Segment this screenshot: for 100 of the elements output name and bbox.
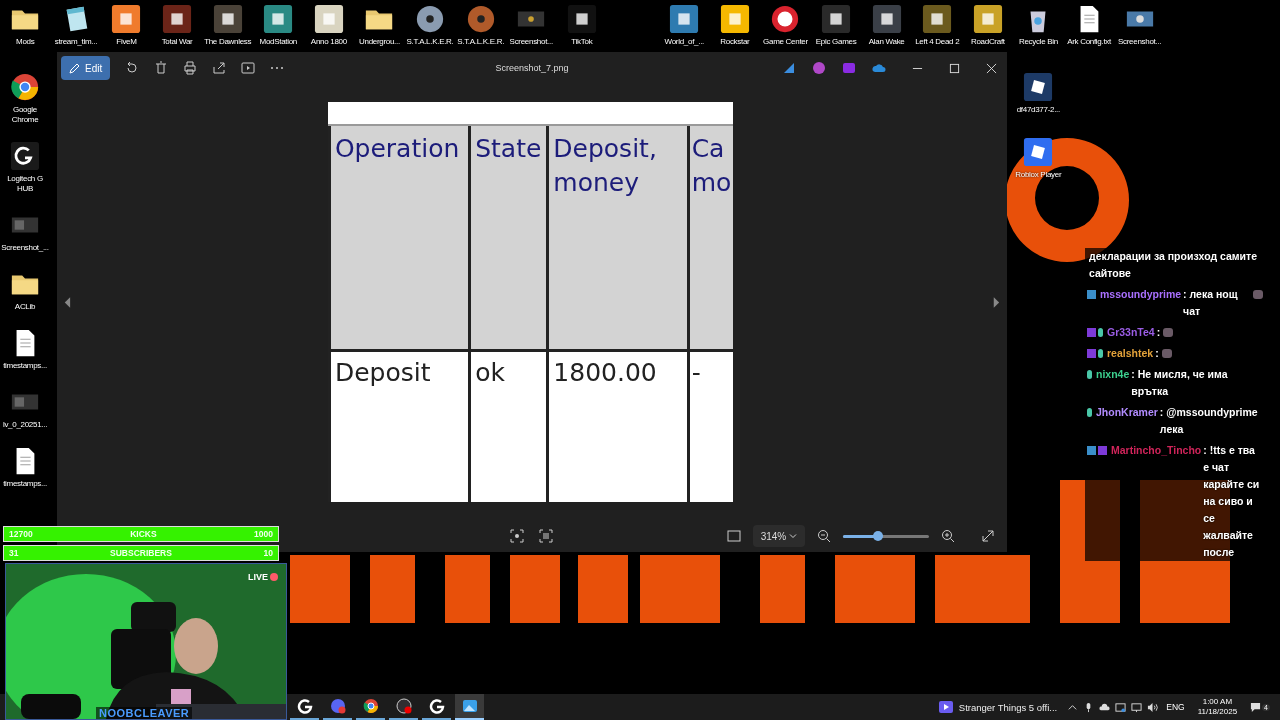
tile-icon[interactable] [111, 4, 142, 34]
icon-label: World_of_... [663, 37, 705, 47]
icon-label: S.T.A.L.K.E.R. [456, 37, 506, 47]
icon-label: Google Chrome [10, 105, 40, 125]
app-icon[interactable] [1115, 701, 1127, 713]
icon-label: FiveM [115, 37, 138, 47]
previous-icon[interactable] [63, 296, 72, 309]
slideshow-icon[interactable] [241, 61, 256, 75]
icon-label: Total War [160, 37, 194, 47]
zoom-out-icon[interactable] [817, 529, 831, 543]
tile-icon[interactable] [922, 4, 953, 34]
message-text: : Не мисля, че има врътка [1131, 367, 1229, 399]
text-scan-icon[interactable] [539, 529, 553, 543]
next-icon[interactable] [992, 296, 1001, 309]
hammer-badge-icon [1087, 446, 1096, 455]
column-header: Operation [330, 126, 472, 352]
icon-label: Game Center [762, 37, 809, 47]
message-text: : [1155, 346, 1159, 361]
gem-badge-icon [1087, 370, 1092, 379]
zoom-slider[interactable] [843, 534, 929, 538]
maximize-icon[interactable] [949, 62, 960, 74]
block-shape [370, 555, 415, 623]
streamer-name: NOOBCLEAVER [96, 707, 193, 719]
username[interactable]: realshtek [1107, 345, 1154, 362]
app-icon[interactable] [782, 61, 796, 75]
caret-icon [789, 531, 797, 540]
play-icon [938, 701, 953, 713]
column-header: State [471, 126, 550, 352]
zoom-in-icon[interactable] [941, 529, 955, 543]
icon-label: S.T.A.L.K.E.R. [405, 37, 455, 47]
username[interactable]: nixn4e [1096, 366, 1130, 383]
username[interactable]: JhonKramer [1096, 404, 1158, 421]
clock-date[interactable]: 11/18/2025 [1197, 707, 1238, 717]
fullscreen-icon[interactable] [981, 529, 995, 543]
icon-label: RoadCraft [969, 37, 1006, 47]
icon-label: Logitech G HUB [6, 174, 44, 194]
icon-label: Epic Games [814, 37, 858, 47]
scan-icon[interactable] [510, 529, 524, 543]
tile-icon[interactable] [669, 4, 700, 34]
message-text: : [1156, 325, 1161, 340]
icon-label: ACLib [13, 302, 37, 312]
tile-icon[interactable] [821, 4, 852, 34]
icon-label: The Dawnless [203, 37, 253, 47]
icon-label: lv_0_20251... [1, 420, 49, 430]
network-icon[interactable] [1131, 701, 1143, 713]
speaker-icon[interactable] [1147, 701, 1159, 713]
cube-badge-icon [1087, 349, 1096, 358]
username[interactable]: Gr33nTe4 [1107, 324, 1155, 341]
notification-icon[interactable] [1250, 701, 1262, 713]
app-icon[interactable] [812, 61, 826, 75]
hammer-badge-icon [1087, 290, 1096, 299]
tile-icon[interactable] [1023, 72, 1054, 102]
icon-label: timestamps... [2, 361, 48, 371]
tile-icon[interactable] [162, 4, 193, 34]
pencil-icon [69, 62, 81, 74]
username[interactable]: Martincho_Tincho [1111, 442, 1202, 459]
print-icon[interactable] [183, 61, 198, 75]
icon-label: Ark Config.txt [1066, 37, 1112, 47]
block-shape [578, 555, 628, 623]
block-shape [510, 555, 560, 623]
block-shape [445, 555, 490, 623]
goal-label: SUBSCRIBERS [110, 548, 172, 558]
rotate-icon[interactable] [125, 61, 140, 75]
goal-target: 10 [263, 548, 273, 558]
language-indicator[interactable]: ENG [1166, 702, 1185, 712]
disc-icon[interactable] [770, 4, 801, 34]
close-icon[interactable] [986, 62, 997, 74]
share-icon[interactable] [212, 61, 227, 75]
media-widget[interactable]: Stranger Things 5 offi... [938, 701, 1058, 713]
photos-icon[interactable] [455, 694, 484, 720]
tile-icon[interactable] [263, 4, 294, 34]
tile-icon[interactable] [1023, 137, 1054, 167]
gem-badge-icon [1098, 349, 1103, 358]
clock-time[interactable]: 1:00 AM [1202, 697, 1233, 707]
column-header: Ca mo [689, 126, 734, 352]
username[interactable]: mssoundyprime [1100, 286, 1182, 303]
icon-label: TikTok [570, 37, 594, 47]
table-cell: Deposit [330, 352, 472, 502]
zoom-dropdown[interactable]: 314% [752, 525, 805, 547]
disc-icon[interactable] [415, 4, 446, 34]
icon-label: Recycle Bin [1017, 37, 1059, 47]
message-text: : @mssoundyprime лека [1159, 405, 1259, 437]
icon-label: stream_tim... [53, 37, 99, 47]
goal-current: 31 [9, 548, 19, 558]
chrome-icon[interactable] [10, 72, 40, 102]
table-cell-text: - [690, 357, 702, 389]
cube-badge-icon [1098, 446, 1107, 455]
message-text: декларации за произход самите сайтове [1089, 249, 1259, 281]
message-text: : лека нощ чат [1183, 287, 1239, 319]
fit-icon[interactable] [726, 529, 741, 543]
icon-label: timestamps... [2, 479, 48, 489]
icon-label: Rockstar [719, 37, 751, 47]
cloud-icon[interactable] [1099, 701, 1111, 713]
edit-button[interactable]: Edit [61, 56, 111, 80]
icon-label: Undergrou... [358, 37, 401, 47]
app-icon[interactable] [842, 61, 856, 75]
live-badge: LIVE [248, 572, 278, 582]
window-title: Screenshot_7.png [494, 63, 570, 73]
goal-target: 1000 [254, 529, 273, 539]
delete-icon[interactable] [154, 61, 169, 75]
